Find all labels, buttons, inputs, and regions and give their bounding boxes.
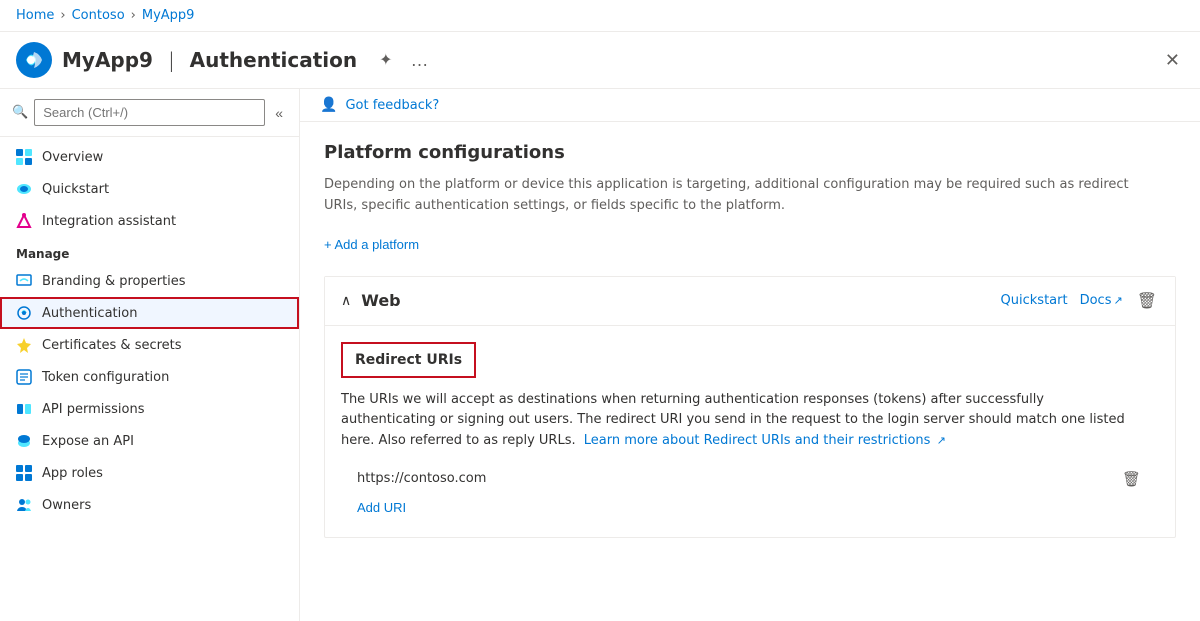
sidebar-item-label: API permissions <box>42 402 144 417</box>
web-docs-link[interactable]: Docs ↗ <box>1080 293 1123 308</box>
manage-section-label: Manage <box>0 237 299 265</box>
web-card-body: Redirect URIs The URIs we will accept as… <box>325 326 1175 537</box>
api-icon <box>16 401 32 417</box>
owners-icon <box>16 497 32 513</box>
more-options-button[interactable]: … <box>407 46 433 75</box>
sidebar: 🔍 « Overview Quickstart <box>0 89 300 621</box>
learn-more-external-icon: ↗ <box>937 434 946 447</box>
sidebar-item-expose[interactable]: Expose an API <box>0 425 299 457</box>
sidebar-item-token[interactable]: Token configuration <box>0 361 299 393</box>
page-title: MyApp9 | Authentication <box>62 48 357 72</box>
sidebar-item-label: Owners <box>42 498 91 513</box>
web-collapse-button[interactable]: ∧ <box>341 292 351 309</box>
sidebar-item-label: Branding & properties <box>42 274 186 289</box>
integration-icon <box>16 213 32 229</box>
breadcrumb-myapp9[interactable]: MyApp9 <box>142 8 195 23</box>
sidebar-nav: Overview Quickstart Integration assistan… <box>0 137 299 525</box>
sidebar-item-label: Integration assistant <box>42 214 176 229</box>
web-title: Web <box>361 291 990 310</box>
sidebar-item-label: Token configuration <box>42 370 169 385</box>
docs-external-icon: ↗ <box>1113 294 1122 307</box>
sidebar-item-label: Quickstart <box>42 182 109 197</box>
uri-row: https://contoso.com 🗑 <box>341 464 1159 494</box>
auth-icon <box>16 305 32 321</box>
sidebar-item-authentication[interactable]: Authentication <box>0 297 299 329</box>
feedback-bar[interactable]: 👤 Got feedback? <box>300 89 1200 122</box>
uri-delete-button[interactable]: 🗑 <box>1120 468 1143 490</box>
feedback-icon: 👤 <box>320 97 337 113</box>
feedback-label: Got feedback? <box>345 98 439 113</box>
approles-icon <box>16 465 32 481</box>
web-quickstart-link[interactable]: Quickstart <box>1001 293 1068 308</box>
sidebar-item-label: Expose an API <box>42 434 134 449</box>
pin-button[interactable]: ✦ <box>375 46 396 74</box>
sidebar-item-api[interactable]: API permissions <box>0 393 299 425</box>
platform-config-title: Platform configurations <box>324 142 1176 163</box>
redirect-learn-more-link[interactable]: Learn more about Redirect URIs and their… <box>584 433 946 448</box>
add-uri-button[interactable]: Add URI <box>341 494 422 521</box>
breadcrumb-contoso[interactable]: Contoso <box>72 8 125 23</box>
certs-icon <box>16 337 32 353</box>
sidebar-item-branding[interactable]: Branding & properties <box>0 265 299 297</box>
sidebar-item-approles[interactable]: App roles <box>0 457 299 489</box>
breadcrumb: Home › Contoso › MyApp9 <box>0 0 1200 32</box>
redirect-desc: The URIs we will accept as destinations … <box>341 390 1141 452</box>
sidebar-search-input[interactable] <box>34 99 265 126</box>
sidebar-item-label: Certificates & secrets <box>42 338 182 353</box>
sidebar-item-label: App roles <box>42 466 103 481</box>
token-icon <box>16 369 32 385</box>
platform-config-desc: Depending on the platform or device this… <box>324 175 1144 217</box>
web-delete-button[interactable]: 🗑 <box>1135 289 1159 313</box>
sidebar-collapse-button[interactable]: « <box>271 103 287 123</box>
branding-icon <box>16 273 32 289</box>
breadcrumb-sep1: › <box>60 8 65 23</box>
quickstart-icon <box>16 181 32 197</box>
web-card-header: ∧ Web Quickstart Docs ↗ 🗑 <box>325 277 1175 326</box>
breadcrumb-home[interactable]: Home <box>16 8 54 23</box>
sidebar-item-certs[interactable]: Certificates & secrets <box>0 329 299 361</box>
sidebar-item-owners[interactable]: Owners <box>0 489 299 521</box>
close-button[interactable]: ✕ <box>1161 46 1184 75</box>
search-icon: 🔍 <box>12 105 28 120</box>
overview-icon <box>16 149 32 165</box>
app-logo <box>16 42 52 78</box>
uri-value: https://contoso.com <box>357 471 1108 486</box>
add-platform-button[interactable]: + Add a platform <box>324 233 419 256</box>
sidebar-item-quickstart[interactable]: Quickstart <box>0 173 299 205</box>
sidebar-item-integration[interactable]: Integration assistant <box>0 205 299 237</box>
sidebar-item-label: Authentication <box>42 306 137 321</box>
expose-icon <box>16 433 32 449</box>
sidebar-item-label: Overview <box>42 150 103 165</box>
web-platform-card: ∧ Web Quickstart Docs ↗ 🗑 Redirect URIs <box>324 276 1176 538</box>
breadcrumb-sep2: › <box>131 8 136 23</box>
sidebar-item-overview[interactable]: Overview <box>0 141 299 173</box>
content-area: 👤 Got feedback? Platform configurations … <box>300 89 1200 621</box>
redirect-uris-label: Redirect URIs <box>341 342 476 378</box>
